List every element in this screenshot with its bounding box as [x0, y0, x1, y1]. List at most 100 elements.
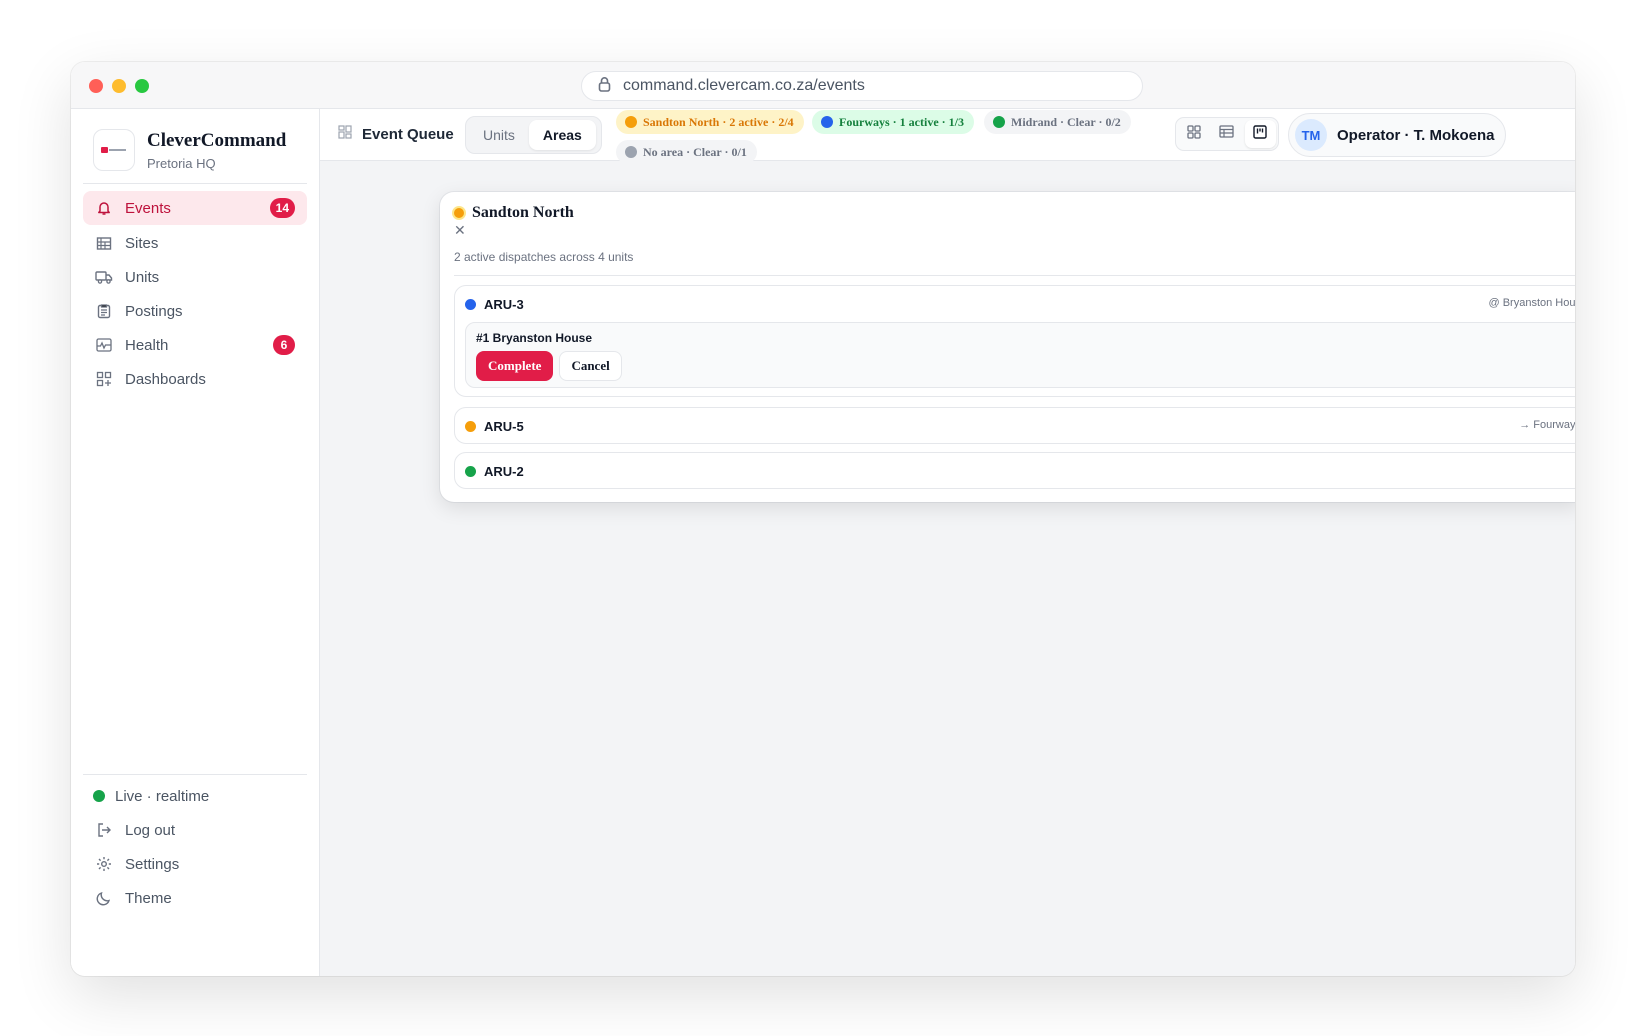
activity-icon — [95, 336, 113, 354]
settings-label: Settings — [125, 855, 180, 873]
unit-card-aru-3[interactable]: ARU-3 @ Bryanston Hous #1 Bryanston Hous… — [454, 285, 1575, 397]
dispatch-title: #1 Bryanston House — [476, 331, 593, 345]
unit-row: ARU-2 — [455, 453, 1575, 489]
grid-icon — [1187, 124, 1201, 144]
main-area: Event Queue Units Areas Sandton North · … — [320, 109, 1575, 976]
health-count-badge: 6 — [273, 335, 295, 355]
theme-button[interactable]: Theme — [83, 881, 307, 915]
browser-window: command.clevercam.co.za/events CleverCom… — [71, 62, 1575, 976]
sidebar-bottom-divider — [83, 774, 307, 775]
area-status-dot — [993, 116, 1005, 128]
sidebar-item-label: Events — [125, 199, 171, 217]
area-chip-label: Fourways · 1 active · 1/3 — [839, 114, 964, 129]
close-icon[interactable]: ✕ — [454, 222, 466, 239]
board-view-button[interactable] — [1244, 120, 1276, 148]
dispatch-card: #1 Bryanston House Complete Cancel — [465, 322, 1575, 388]
cancel-button[interactable]: Cancel — [559, 351, 622, 381]
logout-button[interactable]: Log out — [83, 813, 307, 847]
area-status-dot — [625, 146, 637, 158]
area-chip-midrand[interactable]: Midrand · Clear · 0/2 — [984, 110, 1131, 134]
unit-destination: → Fourways — [1519, 419, 1575, 431]
maximize-window-button[interactable] — [135, 79, 149, 93]
sidebar-item-units[interactable]: Units — [83, 260, 307, 294]
tab-units[interactable]: Units — [469, 120, 529, 150]
sidebar-item-label: Health — [125, 336, 169, 354]
unit-status-dot — [465, 420, 476, 432]
brand-subtitle: Pretoria HQ — [147, 155, 216, 171]
events-count-badge: 14 — [269, 198, 295, 218]
unit-card-aru-2[interactable]: ARU-2 — [454, 452, 1575, 489]
operator-menu[interactable]: TM Operator · T. Mokoena — [1288, 113, 1506, 157]
area-chip-label: Sandton North · 2 active · 2/4 — [643, 114, 794, 129]
building-icon — [95, 234, 113, 252]
sidebar-bottom: Live · realtime Log out Settings Theme — [83, 779, 307, 915]
operator-name: Operator · T. Mokoena — [1337, 126, 1495, 144]
theme-label: Theme — [125, 889, 172, 907]
sidebar-item-health[interactable]: Health 6 — [83, 328, 307, 362]
live-status: Live · realtime — [83, 779, 307, 813]
unit-status-dot — [465, 298, 476, 310]
sidebar-item-label: Sites — [125, 234, 159, 252]
gear-icon — [95, 855, 113, 873]
settings-button[interactable]: Settings — [83, 847, 307, 881]
panel-header: Sandton North — [452, 204, 574, 222]
url-text: command.clevercam.co.za/events — [623, 77, 865, 94]
panel-divider — [454, 275, 1575, 276]
avatar: TM — [1295, 119, 1327, 151]
unit-name: ARU-5 — [484, 418, 524, 434]
unit-row: ARU-5 → Fourways — [455, 408, 1575, 444]
moon-icon — [95, 889, 113, 907]
bell-icon — [95, 199, 113, 217]
complete-button[interactable]: Complete — [476, 351, 554, 381]
live-status-label: Live · realtime — [115, 787, 210, 805]
unit-status-dot — [465, 465, 476, 477]
panel-title: Sandton North — [472, 204, 574, 221]
page-title: Event Queue — [338, 125, 454, 143]
tab-areas[interactable]: Areas — [528, 120, 596, 150]
area-chip-label: Midrand · Clear · 0/2 — [1011, 114, 1121, 129]
logout-icon — [95, 821, 113, 839]
brand: CleverCommand Pretoria HQ — [93, 129, 286, 171]
unit-card-aru-5[interactable]: ARU-5 → Fourways — [454, 407, 1575, 444]
area-status-dot — [452, 206, 466, 220]
panel-subtitle: 2 active dispatches across 4 units — [454, 250, 634, 264]
top-bar: Event Queue Units Areas Sandton North · … — [320, 109, 1575, 164]
unit-row: ARU-3 @ Bryanston Hous — [455, 286, 1575, 322]
table-icon — [1219, 125, 1235, 143]
sidebar-item-sites[interactable]: Sites — [83, 226, 307, 260]
sidebar-item-label: Dashboards — [125, 370, 206, 388]
table-view-button[interactable] — [1211, 120, 1242, 148]
sidebar-item-label: Postings — [125, 302, 183, 320]
minimize-window-button[interactable] — [112, 79, 126, 93]
page-title-text: Event Queue — [362, 125, 454, 143]
sidebar-item-postings[interactable]: Postings — [83, 294, 307, 328]
sidebar-divider — [83, 183, 307, 184]
view-mode-tabs: Units Areas — [465, 116, 602, 154]
unit-name: ARU-2 — [484, 463, 524, 479]
area-chip-label: No area · Clear · 0/1 — [643, 144, 747, 159]
area-chip-fourways[interactable]: Fourways · 1 active · 1/3 — [812, 110, 974, 134]
truck-icon — [95, 268, 113, 286]
close-window-button[interactable] — [89, 79, 103, 93]
grid-view-button[interactable] — [1178, 120, 1209, 148]
dispatch-actions: Complete Cancel — [476, 351, 1575, 381]
address-bar[interactable]: command.clevercam.co.za/events — [581, 71, 1143, 101]
area-chip-sandton-north[interactable]: Sandton North · 2 active · 2/4 — [616, 110, 804, 134]
sidebar: CleverCommand Pretoria HQ Events 14 Site… — [71, 109, 320, 976]
area-chip-no-area[interactable]: No area · Clear · 0/1 — [616, 140, 757, 164]
lock-icon — [598, 76, 611, 97]
brand-logo — [93, 129, 135, 171]
title-bar: command.clevercam.co.za/events — [71, 62, 1575, 109]
area-status-dot — [625, 116, 637, 128]
unit-name: ARU-3 — [484, 296, 524, 312]
queue-icon — [338, 125, 352, 143]
sidebar-item-dashboards[interactable]: Dashboards — [83, 362, 307, 396]
unit-location: @ Bryanston Hous — [1488, 297, 1576, 309]
clipboard-icon — [95, 302, 113, 320]
layout-toggle — [1175, 117, 1279, 151]
sidebar-item-events[interactable]: Events 14 — [83, 191, 307, 225]
live-status-dot — [93, 790, 105, 802]
area-status-dot — [821, 116, 833, 128]
sidebar-item-label: Units — [125, 268, 160, 286]
brand-name: CleverCommand — [147, 129, 287, 151]
